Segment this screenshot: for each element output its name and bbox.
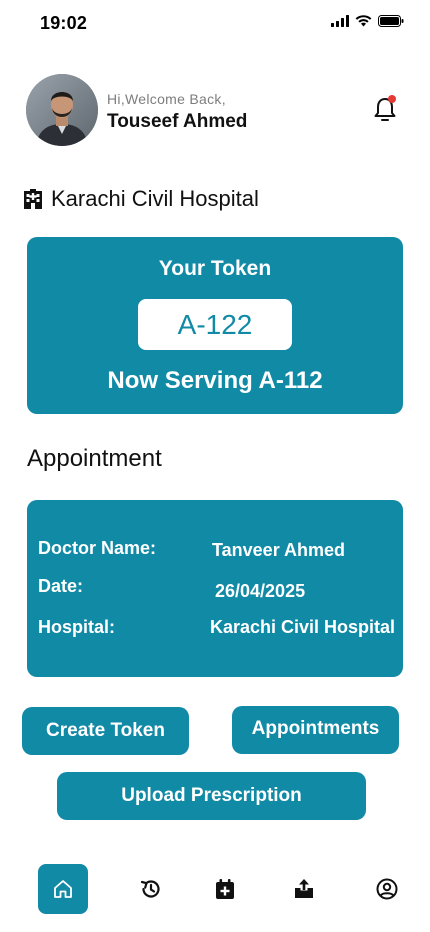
now-serving-text: Now Serving A-112 [107, 367, 323, 394]
nav-add-appointment[interactable] [212, 876, 238, 902]
create-token-button[interactable]: Create Token [22, 707, 189, 755]
history-icon [140, 880, 160, 898]
avatar[interactable] [26, 74, 98, 146]
signal-icon [331, 15, 349, 27]
nav-profile[interactable] [374, 876, 400, 902]
upload-prescription-button[interactable]: Upload Prescription [57, 772, 366, 820]
hospital-label: Hospital: [38, 617, 116, 637]
token-card: Your Token A-122 Now Serving A-112 [27, 237, 403, 414]
token-number: A-122 [138, 299, 292, 350]
nav-history[interactable] [138, 876, 164, 902]
calendar-add-icon [216, 879, 234, 899]
upload-icon [295, 879, 313, 898]
user-name: Touseef Ahmed [107, 111, 248, 132]
token-title: Your Token [158, 257, 272, 280]
status-icons [331, 15, 404, 27]
doctor-name-label: Doctor Name: [38, 538, 157, 558]
appointments-button[interactable]: Appointments [232, 706, 399, 754]
notification-button[interactable] [369, 93, 401, 125]
greeting-text: Hi,Welcome Back, [107, 91, 226, 107]
notification-dot [388, 95, 396, 103]
date-value: 26/04/2025 [215, 581, 306, 601]
wifi-icon [355, 15, 372, 27]
nav-upload[interactable] [291, 876, 317, 902]
home-icon [54, 880, 72, 898]
profile-icon [376, 878, 398, 900]
battery-icon [378, 15, 404, 27]
hospital-name: Karachi Civil Hospital [51, 186, 259, 211]
nav-home[interactable] [38, 864, 88, 914]
hospital-header: Karachi Civil Hospital [22, 186, 259, 212]
status-time: 19:02 [40, 13, 88, 33]
date-label: Date: [38, 576, 84, 596]
doctor-name-value: Tanveer Ahmed [212, 540, 346, 560]
hospital-value: Karachi Civil Hospital [210, 617, 396, 637]
bell-icon [374, 95, 396, 121]
appointment-card[interactable]: Doctor Name: Tanveer Ahmed Date: 26/04/2… [27, 500, 403, 677]
hospital-building-icon [24, 189, 42, 209]
appointment-section-title: Appointment [27, 445, 162, 472]
